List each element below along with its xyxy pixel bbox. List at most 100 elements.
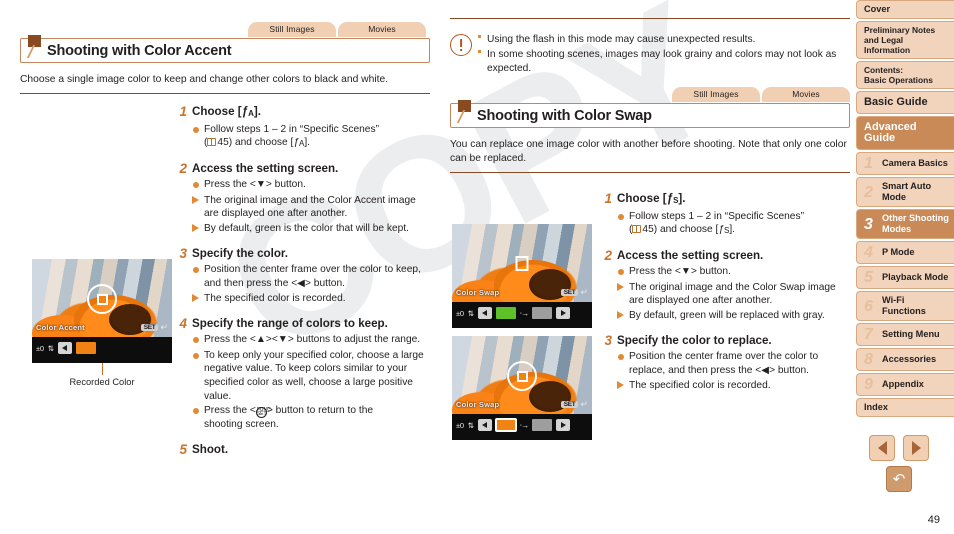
- sidebar-item-preliminary-notes[interactable]: Preliminary Notes and Legal Information: [856, 21, 954, 59]
- updown-icon: ⇅: [47, 343, 54, 353]
- right-camera-figure-1: Color Swap SET ↵ ±0 ⇅ ‧→: [452, 224, 592, 328]
- step-title: Shoot.: [192, 442, 229, 456]
- center-frame-ring-icon: [87, 284, 117, 314]
- step-2: 2 Access the setting screen. Press the <…: [175, 161, 430, 243]
- back-to-top-button[interactable]: ↶: [886, 466, 912, 492]
- left-column: Still Images Movies Shooting with Color …: [20, 0, 430, 534]
- left-rule: [20, 92, 430, 94]
- camera-screen-color-accent: Color Accent SET ↵ ±0 ⇅: [32, 259, 172, 363]
- sidebar-item-playback-mode[interactable]: 5 Playback Mode: [856, 266, 954, 289]
- sidebar-item-setting-menu[interactable]: 7 Setting Menu: [856, 323, 954, 346]
- sidebar-item-wifi-functions[interactable]: 6 Wi-Fi Functions: [856, 291, 954, 321]
- sidebar-item-appendix[interactable]: 9 Appendix: [856, 373, 954, 396]
- left-arrow-button[interactable]: [57, 342, 72, 354]
- warning-note: Using the flash in this mode may cause u…: [450, 33, 850, 77]
- updown-icon: ⇅: [467, 420, 474, 430]
- bullet: Position the center frame over the color…: [192, 263, 430, 290]
- previous-page-button[interactable]: [869, 435, 895, 461]
- bullet: By default, green will be replaced with …: [617, 309, 850, 324]
- camera-osd-bar: Color Swap SET ↵ ±0 ⇅ ‧→: [452, 288, 592, 328]
- warning-item: In some shooting scenes, images may look…: [478, 48, 850, 76]
- tab-movies[interactable]: Movies: [762, 87, 850, 102]
- sidebar-item-p-mode[interactable]: 4P Mode: [856, 241, 954, 264]
- page-navigation: ↶: [854, 435, 944, 492]
- bullet: Follow steps 1 – 2 in “Specific Scenes”(…: [192, 123, 430, 151]
- camera-screen-color-swap-2: Color Swap SET ↵ ±0 ⇅ ‧→: [452, 336, 592, 440]
- section-flag-icon: [26, 35, 48, 59]
- next-page-button[interactable]: [903, 435, 929, 461]
- step-title: Specify the range of colors to keep.: [192, 317, 388, 331]
- camera-adjust-row: ±0 ⇅ ‧→: [456, 307, 588, 319]
- bullet: The specified color is recorded.: [192, 292, 430, 307]
- step-3: 3 Specify the color to replace. Position…: [600, 333, 850, 400]
- leader-line-wrap: [32, 363, 172, 383]
- warning-item: Using the flash in this mode may cause u…: [478, 33, 850, 47]
- left-arrow-button[interactable]: [477, 419, 492, 431]
- tab-still-images[interactable]: Still Images: [248, 22, 336, 37]
- step-title: Specify the color to replace.: [617, 334, 772, 348]
- center-frame-ring-icon: [507, 361, 537, 391]
- target-color-swatch[interactable]: [532, 419, 553, 431]
- sidebar-item-basic-guide[interactable]: Basic Guide: [856, 91, 954, 114]
- right-column: Using the flash in this mode may cause u…: [450, 0, 850, 534]
- right-arrow-button[interactable]: [556, 419, 571, 431]
- sidebar-item-accessories[interactable]: 8 Accessories: [856, 348, 954, 371]
- step-2: 2 Access the setting screen. Press the <…: [600, 248, 850, 330]
- camera-set-hint: SET ↵: [140, 322, 168, 332]
- right-lead-text: You can replace one image color with ano…: [450, 139, 847, 164]
- bullet: The specified color is recorded.: [617, 379, 850, 394]
- camera-osd-bar: Color Swap SET ↵ ±0 ⇅ ‧→: [452, 400, 592, 440]
- sidebar-item-contents[interactable]: Contents: Basic Operations: [856, 61, 954, 89]
- left-lead-text: Choose a single image color to keep and …: [20, 74, 389, 85]
- sidebar-item-cover[interactable]: Cover: [856, 0, 954, 19]
- left-arrow-button[interactable]: [477, 307, 492, 319]
- left-steps-list: 1 Choose [ƒA]. Follow steps 1 – 2 in “Sp…: [175, 104, 430, 458]
- camera-value: ±0: [36, 343, 44, 353]
- camera-adjust-row: ±0 ⇅ ‧→: [456, 418, 588, 432]
- camera-adjust-row: ±0 ⇅: [36, 342, 168, 354]
- tab-still-images[interactable]: Still Images: [672, 87, 760, 102]
- sidebar-item-advanced-guide[interactable]: Advanced Guide: [856, 116, 954, 150]
- step-5: 5 Shoot.: [175, 442, 430, 458]
- step-1: 1 Choose [ƒS]. Follow steps 1 – 2 in “Sp…: [600, 191, 850, 245]
- page-number: 49: [927, 514, 940, 526]
- center-frame-icon: [515, 256, 529, 271]
- camera-value: ±0: [456, 420, 464, 430]
- bullet: Position the center frame over the color…: [617, 350, 850, 377]
- sidebar-item-index[interactable]: Index: [856, 398, 954, 417]
- sidebar-item-camera-basics[interactable]: 1 Camera Basics: [856, 152, 954, 175]
- bullet: Follow steps 1 – 2 in “Specific Scenes”(…: [617, 210, 850, 238]
- tab-movies[interactable]: Movies: [338, 22, 426, 37]
- return-arrow-icon: ↵: [580, 287, 588, 297]
- bullet: Press the <▼> button.: [617, 265, 850, 280]
- right-section-title: Shooting with Color Swap: [477, 107, 652, 124]
- right-rule: [450, 171, 850, 173]
- swap-arrow-icon: ‧→: [519, 420, 529, 430]
- source-color-swatch[interactable]: [495, 307, 516, 319]
- right-arrow-button[interactable]: [556, 307, 571, 319]
- updown-icon: ⇅: [467, 308, 474, 318]
- bullet: The original image and the Color Swap im…: [617, 281, 850, 308]
- sidebar-item-other-shooting-modes[interactable]: 3 Other Shooting Modes: [856, 209, 954, 239]
- step-title: Choose [ƒA].: [192, 104, 261, 118]
- bullet: The original image and the Color Accent …: [192, 194, 430, 221]
- warning-icon: [450, 34, 472, 56]
- bullet: Press the <FUNC SET> button to return to …: [192, 404, 430, 432]
- source-color-swatch[interactable]: [494, 418, 517, 432]
- left-camera-figure: Color Accent SET ↵ ±0 ⇅ Recorded Color: [32, 259, 172, 387]
- camera-mode-label: Color Swap: [456, 400, 500, 409]
- recorded-color-swatch[interactable]: [75, 342, 96, 354]
- camera-value: ±0: [456, 308, 464, 318]
- target-color-swatch[interactable]: [532, 307, 553, 319]
- right-steps-list: 1 Choose [ƒS]. Follow steps 1 – 2 in “Sp…: [600, 191, 850, 400]
- sidebar-item-smart-auto-mode[interactable]: 2 Smart Auto Mode: [856, 177, 954, 207]
- leader-line: [102, 363, 103, 375]
- return-arrow-icon: ↵: [160, 322, 168, 332]
- swap-arrow-icon: ‧→: [519, 308, 529, 318]
- left-section-title: Shooting with Color Accent: [47, 42, 232, 59]
- step-title: Specify the color.: [192, 247, 288, 261]
- section-flag-icon: [456, 100, 478, 124]
- camera-set-hint: SET ↵: [560, 400, 588, 409]
- bullet: To keep only your specified color, choos…: [192, 349, 430, 403]
- bullet: Press the <▲><▼> buttons to adjust the r…: [192, 333, 430, 348]
